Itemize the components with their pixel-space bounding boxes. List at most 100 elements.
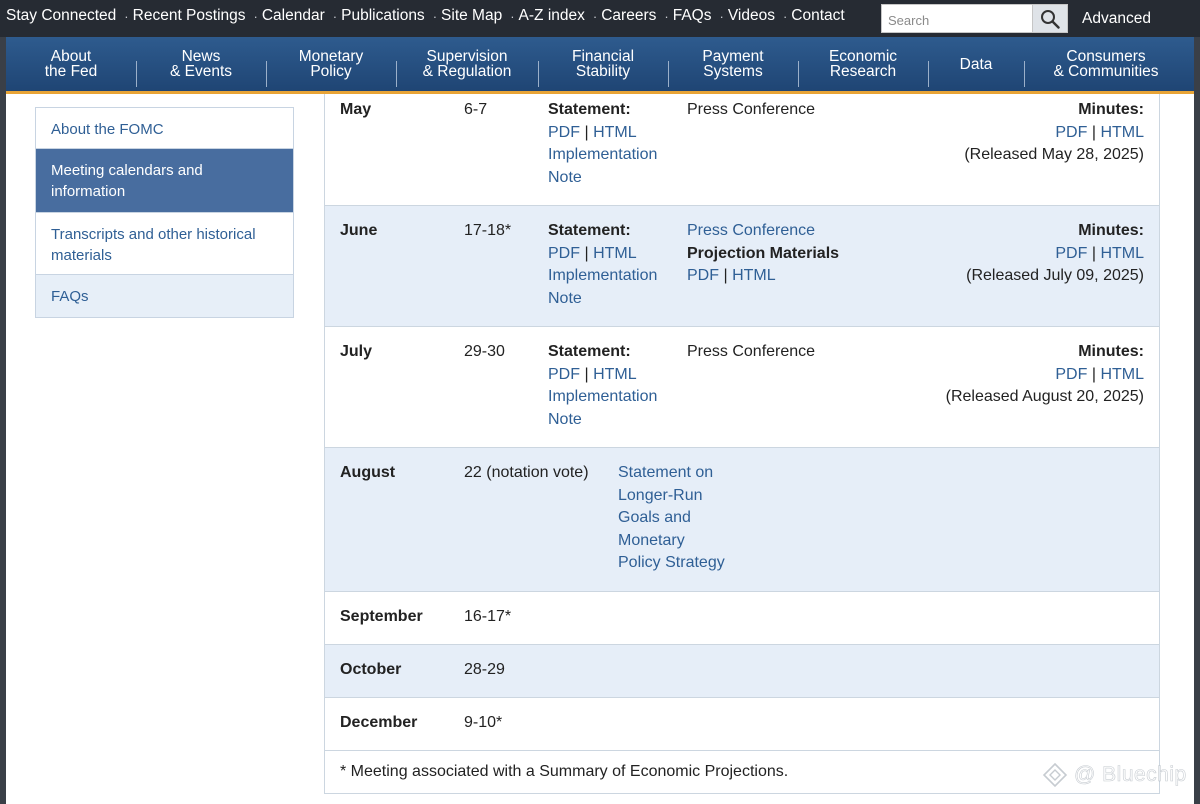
minutes-release-date: (Released July 09, 2025)	[966, 267, 1144, 285]
nav-financial-stability[interactable]: Financial Stability	[538, 37, 668, 91]
nav-monetary-policy[interactable]: Monetary Policy	[266, 37, 396, 91]
projection-html-link[interactable]: HTML	[732, 267, 776, 284]
press-conference-link[interactable]: Press Conference	[687, 99, 815, 122]
utility-link-site-map[interactable]: Site Map	[441, 7, 502, 25]
statement-html-link[interactable]: HTML	[593, 245, 637, 262]
longer-run-goals-statement-link[interactable]: Statement on Longer-Run Goals and Moneta…	[618, 462, 725, 575]
sidebar-item-about-fomc[interactable]: About the FOMC	[36, 108, 293, 149]
meeting-row-june: June 17-18* Statement: PDF | HTML Implem…	[325, 206, 1159, 327]
meeting-row-july: July 29-30 Statement: PDF | HTML Impleme…	[325, 327, 1159, 448]
meeting-row-october: October 28-29	[325, 645, 1159, 698]
separator: ·	[510, 8, 515, 24]
sidebar: About the FOMC Meeting calendars and inf…	[35, 107, 294, 318]
implementation-note-line1: Implementation	[548, 388, 658, 406]
implementation-note-line2: Note	[548, 410, 582, 428]
utility-link-recent-postings[interactable]: Recent Postings	[133, 7, 246, 25]
minutes-html-link[interactable]: HTML	[1100, 124, 1144, 141]
minutes-links: Minutes: PDF | HTML (Released May 28, 20…	[964, 99, 1144, 167]
meeting-calendar-table: May 6-7 Statement: PDF | HTML Implementa…	[324, 94, 1160, 794]
nav-economic-research[interactable]: Economic Research	[798, 37, 928, 91]
nav-label-line2: Systems	[703, 63, 763, 80]
sidebar-item-transcripts[interactable]: Transcripts and other historical materia…	[36, 213, 293, 275]
separator: ·	[664, 8, 669, 24]
nav-consumers-communities[interactable]: Consumers & Communities	[1024, 37, 1188, 91]
pipe-separator: |	[584, 365, 589, 383]
meeting-dates: 22 (notation vote)	[464, 464, 589, 481]
nav-label-line2: Research	[829, 63, 897, 80]
utility-link-contact[interactable]: Contact	[791, 7, 844, 25]
meeting-dates: 29-30	[464, 343, 505, 360]
utility-link-az-index[interactable]: A-Z index	[519, 7, 585, 25]
diamond-logo-icon	[1042, 762, 1068, 788]
sidebar-item-meeting-calendars[interactable]: Meeting calendars and information	[36, 149, 293, 213]
statement-line: Longer-Run	[618, 486, 703, 504]
implementation-note-line1: Implementation	[548, 146, 658, 164]
minutes-html-link[interactable]: HTML	[1100, 245, 1144, 262]
meeting-month: June	[340, 222, 378, 239]
separator: ·	[332, 8, 338, 24]
utility-link-faqs[interactable]: FAQs	[673, 7, 712, 25]
implementation-note-link[interactable]: Implementation Note	[548, 265, 668, 310]
meeting-row-december: December 9-10*	[325, 698, 1159, 751]
implementation-note-line1: Implementation	[548, 267, 658, 285]
minutes-pdf-link[interactable]: PDF	[1055, 245, 1087, 262]
separator: ·	[432, 8, 438, 24]
press-conference-link[interactable]: Press Conference	[687, 341, 815, 364]
sidebar-item-faqs[interactable]: FAQs	[36, 275, 293, 317]
nav-supervision-regulation[interactable]: Supervision & Regulation	[396, 37, 538, 91]
utility-link-careers[interactable]: Careers	[601, 7, 656, 25]
pipe-separator: |	[1091, 365, 1096, 383]
press-projection-links: Press Conference Projection Materials PD…	[687, 220, 839, 288]
utility-link-stay-connected[interactable]: Stay Connected	[6, 7, 116, 25]
nav-about-the-fed[interactable]: About the Fed	[6, 37, 136, 91]
meeting-dates: 9-10*	[464, 714, 503, 731]
statement-label: Statement:	[548, 222, 631, 239]
nav-label-line2: the Fed	[44, 63, 98, 80]
implementation-note-line2: Note	[548, 168, 582, 186]
projection-materials-label: Projection Materials	[687, 244, 840, 262]
utility-link-videos[interactable]: Videos	[728, 7, 775, 25]
page-border-left	[0, 37, 6, 804]
search-input[interactable]: Search	[881, 4, 1033, 33]
advanced-search-link[interactable]: Advanced	[1082, 10, 1151, 28]
nav-label-line2: & Events	[169, 63, 233, 80]
projection-pdf-link[interactable]: PDF	[687, 267, 719, 284]
meeting-month: August	[340, 464, 396, 481]
statement-line: Statement on	[618, 464, 714, 481]
meeting-month: December	[340, 714, 418, 731]
statement-pdf-link[interactable]: PDF	[548, 245, 580, 262]
minutes-pdf-link[interactable]: PDF	[1055, 366, 1087, 383]
press-conference-link[interactable]: Press Conference	[687, 220, 839, 243]
statement-links: Statement: PDF | HTML Implementation Note	[548, 341, 668, 431]
search-button[interactable]	[1032, 4, 1068, 33]
nav-label-line2: & Communities	[1053, 63, 1159, 80]
statement-html-link[interactable]: HTML	[593, 124, 637, 141]
separator: ·	[253, 8, 258, 24]
utility-link-publications[interactable]: Publications	[341, 7, 425, 25]
implementation-note-link[interactable]: Implementation Note	[548, 386, 668, 431]
watermark: @ Bluechip	[1042, 762, 1187, 788]
pipe-separator: |	[1091, 244, 1096, 262]
statement-label: Statement:	[548, 343, 631, 360]
page-border-right	[1194, 37, 1200, 804]
minutes-pdf-link[interactable]: PDF	[1055, 124, 1087, 141]
nav-data[interactable]: Data	[928, 37, 1024, 91]
separator: ·	[782, 8, 788, 24]
meeting-dates: 17-18*	[464, 222, 512, 239]
minutes-label: Minutes:	[1078, 222, 1144, 239]
statement-pdf-link[interactable]: PDF	[548, 366, 580, 383]
implementation-note-link[interactable]: Implementation Note	[548, 144, 668, 189]
pipe-separator: |	[1091, 123, 1096, 141]
nav-label-line1: Data	[959, 55, 993, 73]
statement-pdf-link[interactable]: PDF	[548, 124, 580, 141]
nav-payment-systems[interactable]: Payment Systems	[668, 37, 798, 91]
utility-bar: Stay Connected · Recent Postings · Calen…	[0, 0, 1200, 37]
utility-link-calendar[interactable]: Calendar	[262, 7, 325, 25]
minutes-html-link[interactable]: HTML	[1100, 366, 1144, 383]
statement-line: Monetary	[618, 531, 685, 549]
sep-footnote: * Meeting associated with a Summary of E…	[340, 763, 789, 780]
implementation-note-line2: Note	[548, 289, 582, 307]
nav-news-events[interactable]: News & Events	[136, 37, 266, 91]
statement-html-link[interactable]: HTML	[593, 366, 637, 383]
pipe-separator: |	[584, 123, 589, 141]
